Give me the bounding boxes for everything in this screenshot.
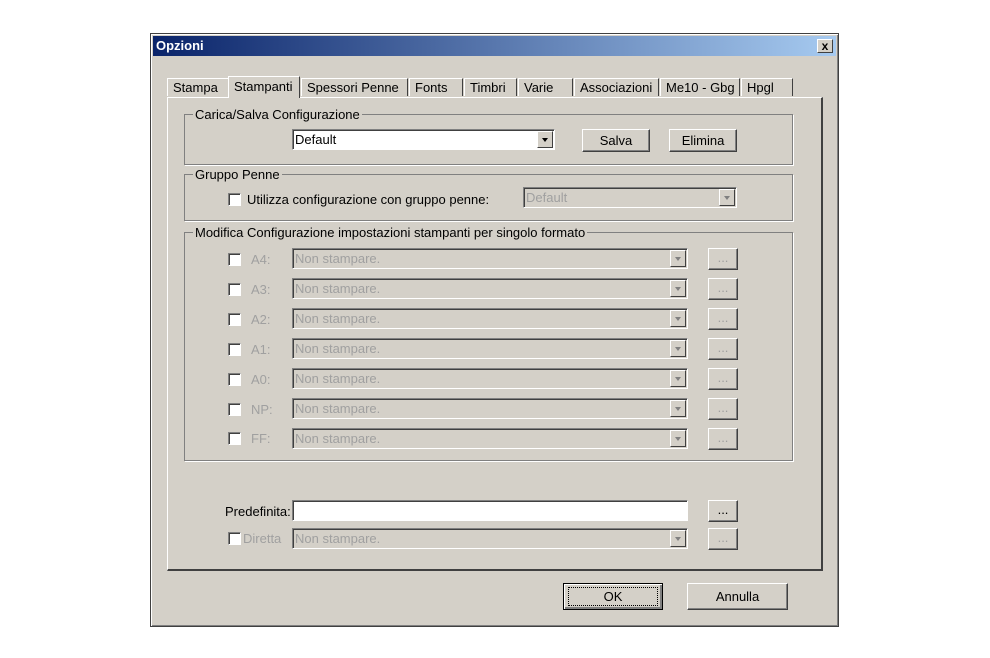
ok-button[interactable]: OK: [563, 583, 663, 610]
format-a0-select: Non stampare.: [292, 368, 688, 389]
chevron-down-icon: [670, 400, 686, 417]
tab-fonts[interactable]: Fonts: [409, 78, 463, 96]
chevron-down-icon: [670, 430, 686, 447]
tab-timbri[interactable]: Timbri: [464, 78, 517, 96]
cancel-button[interactable]: Annulla: [687, 583, 788, 610]
focus-rect: [568, 587, 658, 606]
format-a1-checkbox[interactable]: [228, 343, 241, 356]
direct-browse-button: ...: [708, 528, 738, 550]
direct-select-value: Non stampare.: [295, 531, 381, 546]
format-a1-select: Non stampare.: [292, 338, 688, 359]
format-a1-browse-button: ...: [708, 338, 738, 360]
pen-group-select-value: Default: [526, 190, 568, 205]
config-select[interactable]: Default: [292, 129, 555, 150]
format-a4-select: Non stampare.: [292, 248, 688, 269]
format-a0-value: Non stampare.: [295, 371, 381, 386]
chevron-down-icon[interactable]: [537, 131, 553, 148]
tab-varie[interactable]: Varie: [518, 78, 573, 96]
format-a3-value: Non stampare.: [295, 281, 381, 296]
tab-stampa[interactable]: Stampa: [167, 78, 229, 96]
chevron-down-icon: [670, 280, 686, 297]
format-np-label: NP:: [251, 402, 273, 417]
pen-group-checkbox[interactable]: [228, 193, 241, 206]
format-a0-label: A0:: [251, 372, 271, 387]
pen-group: Gruppo Penne Utilizza configurazione con…: [184, 167, 793, 221]
format-np-checkbox[interactable]: [228, 403, 241, 416]
chevron-down-icon: [670, 530, 686, 547]
dialog-title: Opzioni: [156, 38, 204, 53]
format-ff-label: FF:: [251, 431, 271, 446]
config-group: Carica/Salva Configurazione Default Salv…: [184, 107, 793, 165]
format-a2-select: Non stampare.: [292, 308, 688, 329]
pen-group-select: Default: [523, 187, 737, 208]
format-a4-value: Non stampare.: [295, 251, 381, 266]
format-ff-browse-button: ...: [708, 428, 738, 450]
title-bar[interactable]: Opzioni x: [153, 36, 836, 56]
format-a2-browse-button: ...: [708, 308, 738, 330]
chevron-down-icon: [670, 340, 686, 357]
options-dialog: Opzioni x Stampa Stampanti Spessori Penn…: [150, 33, 839, 627]
format-a1-value: Non stampare.: [295, 341, 381, 356]
format-a3-select: Non stampare.: [292, 278, 688, 299]
tab-stampanti[interactable]: Stampanti: [228, 76, 300, 98]
default-printer-field[interactable]: [292, 500, 688, 521]
format-a3-label: A3:: [251, 282, 271, 297]
format-a0-browse-button: ...: [708, 368, 738, 390]
direct-checkbox[interactable]: [228, 532, 241, 545]
chevron-down-icon: [719, 189, 735, 206]
config-group-title: Carica/Salva Configurazione: [193, 107, 362, 122]
delete-button[interactable]: Elimina: [669, 129, 737, 152]
tab-spessori-penne[interactable]: Spessori Penne: [301, 78, 408, 96]
tab-hpgl[interactable]: Hpgl: [741, 78, 793, 96]
pen-group-title: Gruppo Penne: [193, 167, 282, 182]
format-a2-checkbox[interactable]: [228, 313, 241, 326]
chevron-down-icon: [670, 310, 686, 327]
format-group: Modifica Configurazione impostazioni sta…: [184, 225, 793, 461]
tab-associazioni[interactable]: Associazioni: [574, 78, 659, 96]
format-a4-checkbox[interactable]: [228, 253, 241, 266]
format-ff-checkbox[interactable]: [228, 432, 241, 445]
close-icon: x: [821, 39, 829, 53]
tab-me10-gbg[interactable]: Me10 - Gbg: [660, 78, 740, 96]
pen-group-checkbox-label: Utilizza configurazione con gruppo penne…: [247, 192, 490, 207]
format-a0-checkbox[interactable]: [228, 373, 241, 386]
format-np-browse-button: ...: [708, 398, 738, 420]
format-np-value: Non stampare.: [295, 401, 381, 416]
format-a4-label: A4:: [251, 252, 271, 267]
format-a1-label: A1:: [251, 342, 271, 357]
format-a4-browse-button: ...: [708, 248, 738, 270]
chevron-down-icon: [670, 370, 686, 387]
format-a3-browse-button: ...: [708, 278, 738, 300]
format-a2-value: Non stampare.: [295, 311, 381, 326]
format-a3-checkbox[interactable]: [228, 283, 241, 296]
close-button[interactable]: x: [817, 39, 833, 53]
format-ff-value: Non stampare.: [295, 431, 381, 446]
tab-panel-stampanti: Carica/Salva Configurazione Default Salv…: [167, 97, 823, 571]
config-select-value: Default: [295, 132, 337, 147]
default-printer-browse-button[interactable]: ...: [708, 500, 738, 522]
default-printer-label: Predefinita:: [225, 504, 291, 519]
direct-select: Non stampare.: [292, 528, 688, 549]
save-button[interactable]: Salva: [582, 129, 650, 152]
chevron-down-icon: [670, 250, 686, 267]
format-ff-select: Non stampare.: [292, 428, 688, 449]
format-np-select: Non stampare.: [292, 398, 688, 419]
format-group-title: Modifica Configurazione impostazioni sta…: [193, 225, 588, 240]
format-a2-label: A2:: [251, 312, 271, 327]
direct-label: Diretta: [243, 531, 282, 546]
